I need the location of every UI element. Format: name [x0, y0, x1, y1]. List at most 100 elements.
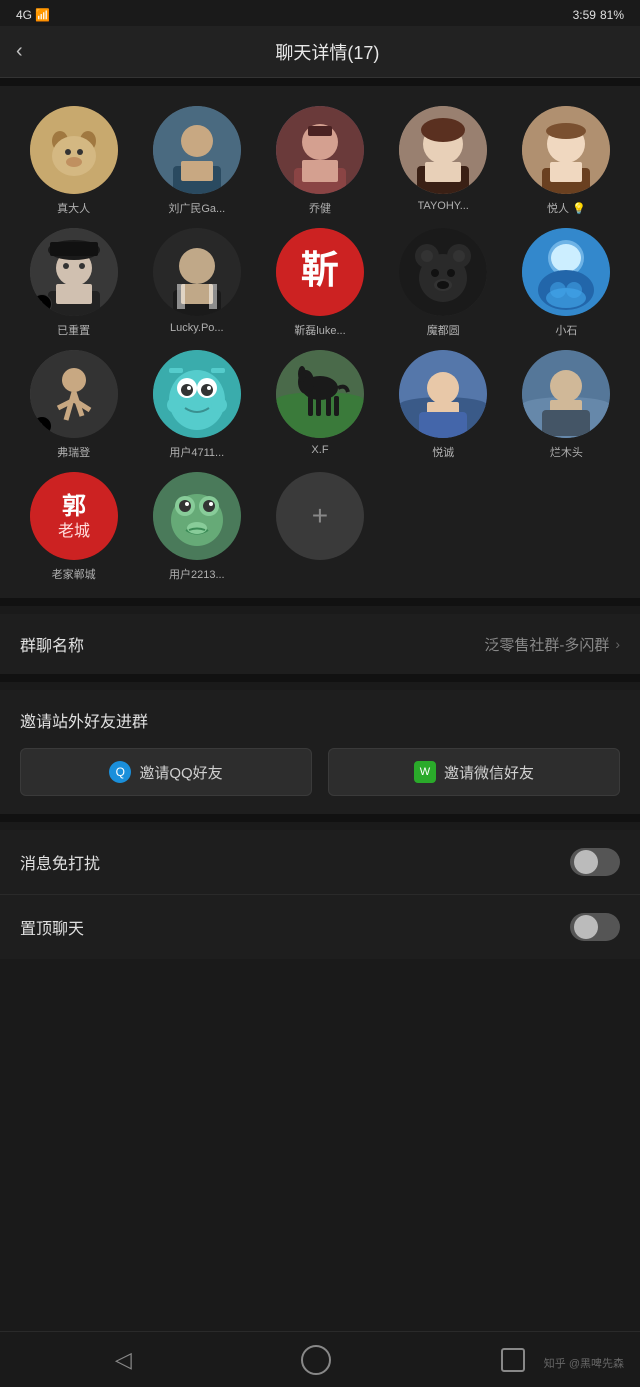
- pin-toggle[interactable]: [570, 913, 620, 941]
- avatar: [153, 472, 241, 560]
- member-name: 用户2213...: [169, 566, 225, 582]
- tiktok-badge: ♪: [32, 294, 52, 314]
- wechat-icon: W: [414, 761, 436, 783]
- member-name: 用户4711...: [169, 444, 224, 460]
- avatar: 郭 老城: [30, 472, 118, 560]
- bottom-nav: ◁ 知乎 @黑啤先森: [0, 1331, 640, 1387]
- status-battery: 81%: [600, 8, 624, 22]
- avatar: [276, 350, 364, 438]
- member-item[interactable]: 魔都圆: [386, 228, 501, 338]
- qq-icon: Q: [109, 761, 131, 783]
- svg-text:郭: 郭: [62, 492, 86, 520]
- member-name: 烂木头: [550, 444, 583, 460]
- member-item[interactable]: ♪ 已重置: [16, 228, 131, 338]
- divider-3: [0, 674, 640, 682]
- group-name-value: 泛零售社群-多闪群 ›: [484, 634, 620, 655]
- member-item[interactable]: TAYOHY...: [386, 106, 501, 216]
- avatar: ♪: [30, 350, 118, 438]
- add-member-button[interactable]: +: [276, 472, 364, 560]
- back-button[interactable]: ‹: [16, 36, 31, 67]
- pin-label: 置顶聊天: [20, 915, 84, 939]
- member-item[interactable]: Lucky.Po...: [139, 228, 254, 338]
- member-item[interactable]: 用户2213...: [139, 472, 254, 582]
- divider-1: [0, 78, 640, 86]
- member-name: 悦诚: [432, 444, 454, 460]
- member-item[interactable]: 悦诚: [386, 350, 501, 460]
- recent-apps-button[interactable]: [501, 1348, 525, 1372]
- invite-title: 邀请站外好友进群: [20, 708, 620, 732]
- group-name-section: 群聊名称 泛零售社群-多闪群 ›: [0, 614, 640, 674]
- member-item[interactable]: 刘广民Ga...: [139, 106, 254, 216]
- member-item[interactable]: 烂木头: [509, 350, 624, 460]
- tiktok-badge: ♪: [32, 416, 52, 436]
- member-item[interactable]: 真大人: [16, 106, 131, 216]
- member-name: 乔健: [309, 200, 331, 216]
- avatar: [153, 106, 241, 194]
- avatar: [522, 350, 610, 438]
- avatar: [522, 228, 610, 316]
- divider-2: [0, 598, 640, 606]
- member-name: 真大人: [57, 200, 90, 216]
- toggle-settings-section: 消息免打扰 置顶聊天: [0, 830, 640, 959]
- bottom-spacer: [0, 959, 640, 1039]
- avatar: [522, 106, 610, 194]
- member-name: 靳磊luke...: [294, 322, 345, 338]
- mute-label: 消息免打扰: [20, 850, 100, 874]
- status-signal: 4G 📶: [16, 8, 50, 22]
- zhihu-attribution: 知乎 @黑啤先森: [544, 1355, 624, 1371]
- svg-text:靳: 靳: [301, 250, 339, 292]
- svg-text:老城: 老城: [58, 522, 90, 540]
- invite-qq-label: 邀请QQ好友: [139, 762, 222, 783]
- members-grid: 真大人 刘广民Ga...: [16, 106, 624, 582]
- member-name: 悦人 💡: [547, 200, 586, 216]
- member-name: Lucky.Po...: [170, 322, 224, 334]
- status-right: 3:59 81%: [573, 8, 624, 22]
- invite-wechat-label: 邀请微信好友: [444, 762, 534, 783]
- group-name-row[interactable]: 群聊名称 泛零售社群-多闪群 ›: [0, 614, 640, 674]
- member-item[interactable]: 悦人 💡: [509, 106, 624, 216]
- back-nav-button[interactable]: ◁: [115, 1347, 132, 1373]
- member-item[interactable]: ♪ 弗瑞登: [16, 350, 131, 460]
- avatar: [153, 228, 241, 316]
- invite-buttons: Q 邀请QQ好友 W 邀请微信好友: [20, 748, 620, 796]
- member-item[interactable]: 小石: [509, 228, 624, 338]
- invite-section: 邀请站外好友进群 Q 邀请QQ好友 W 邀请微信好友: [0, 690, 640, 814]
- avatar: [399, 106, 487, 194]
- member-item[interactable]: 郭 老城 老家郸城: [16, 472, 131, 582]
- member-name: 弗瑞登: [57, 444, 90, 460]
- member-item[interactable]: X.F: [262, 350, 377, 460]
- invite-qq-button[interactable]: Q 邀请QQ好友: [20, 748, 312, 796]
- avatar: [30, 106, 118, 194]
- member-item[interactable]: 乔健: [262, 106, 377, 216]
- group-name-text: 泛零售社群-多闪群: [484, 634, 609, 655]
- header: ‹ 聊天详情(17): [0, 26, 640, 78]
- member-name: X.F: [311, 444, 328, 456]
- mute-notification-row: 消息免打扰: [0, 830, 640, 895]
- pin-chat-row: 置顶聊天: [0, 895, 640, 959]
- invite-wechat-button[interactable]: W 邀请微信好友: [328, 748, 620, 796]
- avatar: ♪: [30, 228, 118, 316]
- home-nav-button[interactable]: [301, 1345, 331, 1375]
- group-name-label: 群聊名称: [20, 632, 84, 656]
- mute-toggle[interactable]: [570, 848, 620, 876]
- members-section: 真大人 刘广民Ga...: [0, 86, 640, 598]
- avatar: [399, 228, 487, 316]
- member-name: 魔都圆: [427, 322, 460, 338]
- member-name: 小石: [555, 322, 577, 338]
- member-name: 刘广民Ga...: [168, 200, 225, 216]
- avatar: [276, 106, 364, 194]
- member-name: 已重置: [57, 322, 90, 338]
- avatar: 靳: [276, 228, 364, 316]
- status-bar: 4G 📶 3:59 81%: [0, 0, 640, 26]
- avatar: [153, 350, 241, 438]
- avatar: [399, 350, 487, 438]
- divider-4: [0, 814, 640, 822]
- page-title: 聊天详情(17): [31, 39, 624, 65]
- member-name: 老家郸城: [52, 566, 96, 582]
- chevron-right-icon: ›: [615, 636, 620, 652]
- add-member-item[interactable]: +: [262, 472, 377, 582]
- member-item[interactable]: 用户4711...: [139, 350, 254, 460]
- member-name: TAYOHY...: [418, 200, 469, 212]
- member-item[interactable]: 靳 靳磊luke...: [262, 228, 377, 338]
- status-time: 3:59: [573, 8, 596, 22]
